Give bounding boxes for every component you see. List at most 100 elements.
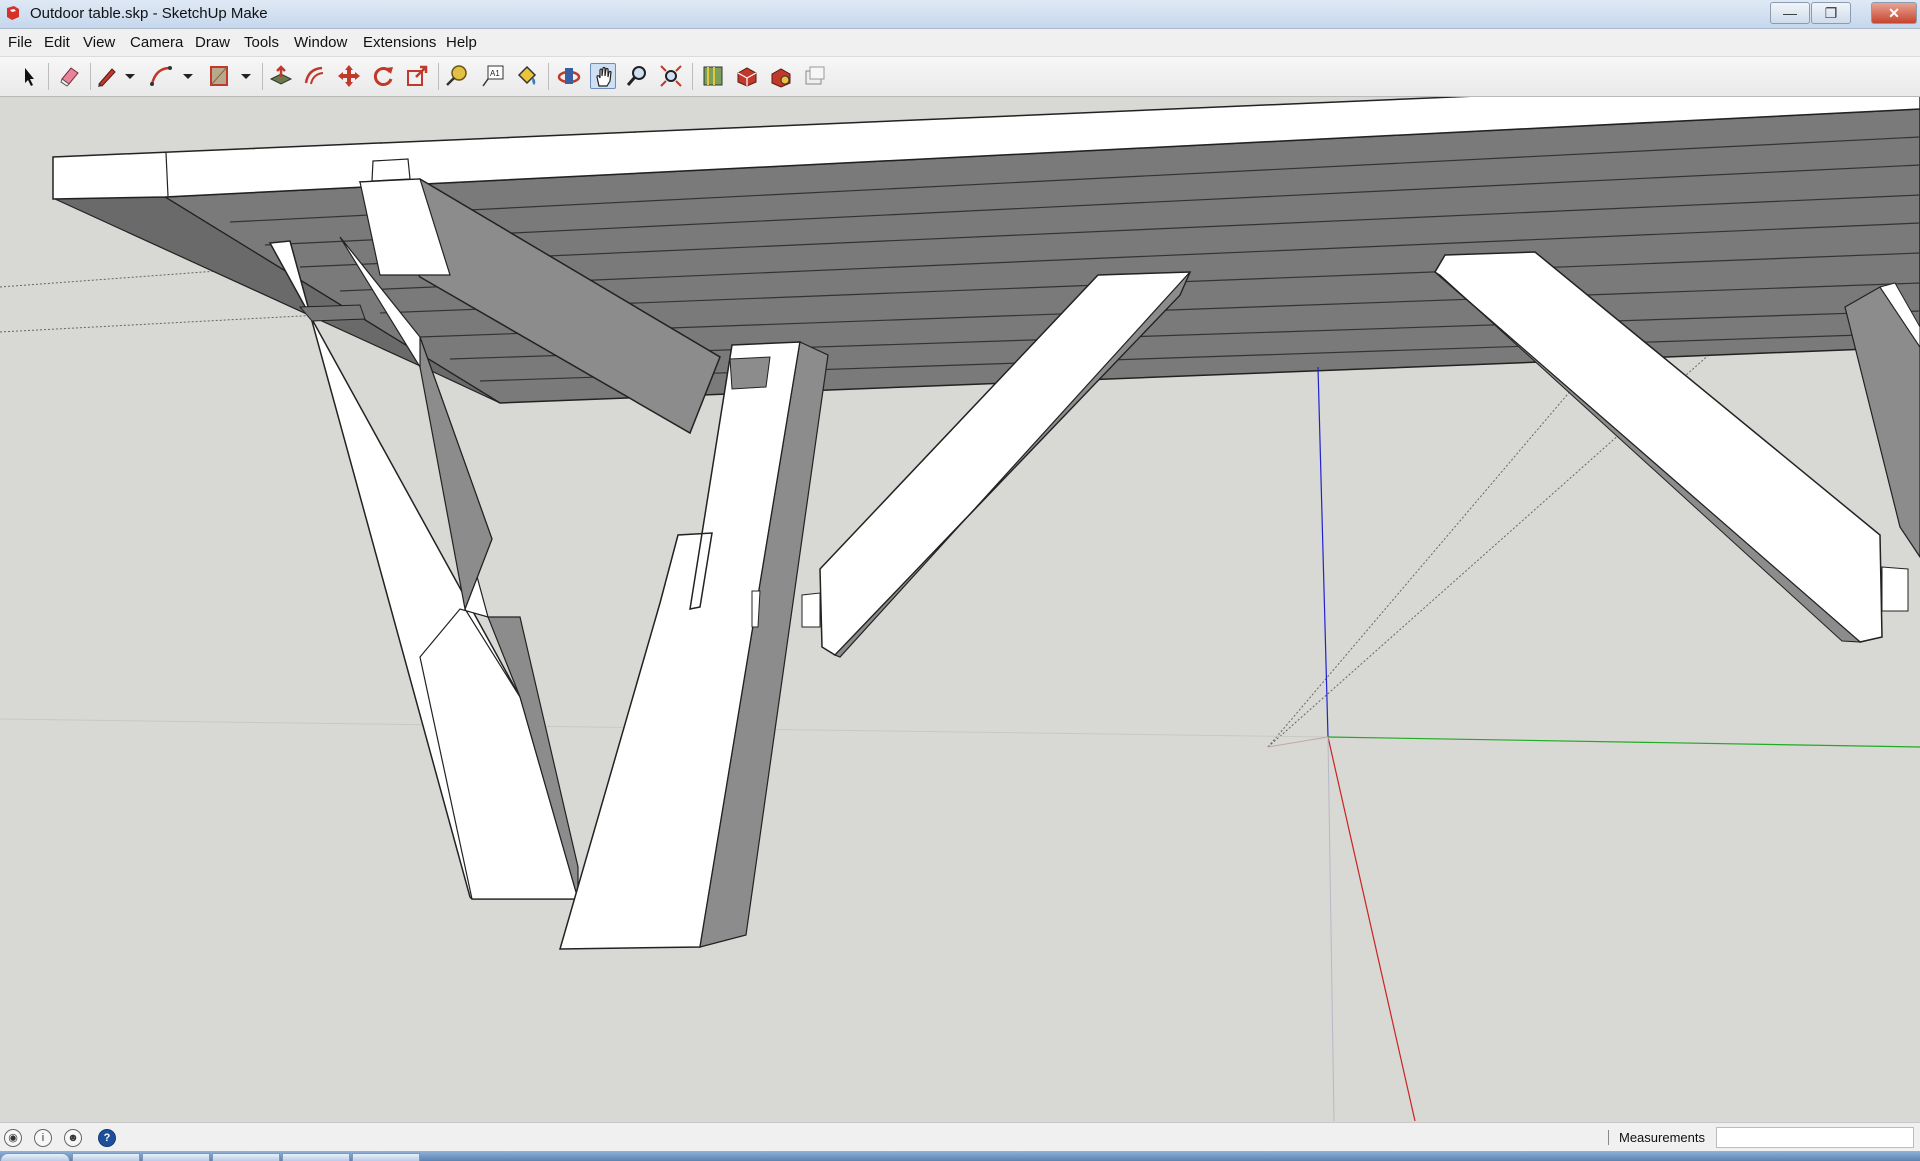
move-icon [338,65,360,87]
arc-tool-button[interactable] [148,63,174,89]
line-tool-dropdown[interactable] [122,63,138,89]
modeling-viewport[interactable] [0,97,1920,1121]
credits-icon[interactable]: i [34,1129,52,1147]
text-tool-button[interactable]: A1 [480,63,506,89]
layout-icon [805,66,825,85]
move-tool-button[interactable] [336,63,362,89]
chevron-down-icon [183,74,193,79]
menu-help[interactable]: Help [446,34,477,51]
zoom-extents-icon [660,65,682,87]
select-tool-button[interactable] [16,63,42,89]
arc-tool-dropdown[interactable] [180,63,196,89]
taskbar-item[interactable] [72,1153,140,1161]
offset-icon [304,66,324,85]
brace-tenon [801,592,821,628]
toolbar-separator [90,63,91,90]
add-location-tool-button[interactable] [700,63,726,89]
taskbar-item[interactable] [282,1153,350,1161]
getting-started-toolbar: A1 [0,57,1920,97]
zoom-extents-tool-button[interactable] [658,63,684,89]
close-icon: ✕ [1888,4,1900,21]
toolbar-separator [48,63,49,90]
menu-window[interactable]: Window [294,34,347,51]
title-bar: Outdoor table.skp - SketchUp Make — ❐ ✕ [0,0,1920,29]
leg-notch [729,356,771,390]
scale-tool-button[interactable] [404,63,430,89]
3d-warehouse-tool-button[interactable] [734,63,760,89]
eraser-tool-button[interactable] [57,63,83,89]
tape-measure-tool-button[interactable] [444,63,470,89]
toolbar-separator [262,63,263,90]
leg-notch [298,304,366,322]
restore-icon: ❐ [1824,4,1838,21]
geo-location-icon[interactable]: ◉ [4,1129,22,1147]
peg [751,590,761,628]
rectangle-tool-button[interactable] [206,63,232,89]
add-location-icon [703,66,723,86]
start-button[interactable] [0,1153,70,1161]
axis-blue-negative [1327,736,1335,1121]
push-pull-icon [269,65,293,85]
chevron-down-icon [241,74,251,79]
menu-tools[interactable]: Tools [244,34,279,51]
arc-icon [150,66,172,86]
line-tool-button[interactable] [94,63,120,89]
window-title: Outdoor table.skp - SketchUp Make [30,5,268,22]
axis-green [1327,736,1920,748]
paint-bucket-icon [517,65,537,85]
eraser-icon [60,67,79,87]
line-pencil-icon [98,68,116,87]
paint-bucket-tool-button[interactable] [514,63,540,89]
axis-red [1327,736,1416,1121]
os-taskbar [0,1151,1920,1161]
rotate-tool-button[interactable] [370,63,396,89]
orbit-tool-button[interactable] [556,63,582,89]
shape-tool-dropdown[interactable] [238,63,254,89]
menu-extensions[interactable]: Extensions [363,34,436,51]
measurements-separator [1608,1130,1609,1145]
menu-edit[interactable]: Edit [44,34,70,51]
menu-draw[interactable]: Draw [195,34,230,51]
toolbar-separator [548,63,549,90]
scale-icon [407,65,428,86]
menu-camera[interactable]: Camera [130,34,183,51]
restore-button[interactable]: ❐ [1811,2,1851,24]
menu-file[interactable]: File [8,34,32,51]
pan-icon [596,66,612,87]
text-icon: A1 [482,65,504,87]
offset-tool-button[interactable] [302,63,328,89]
extension-warehouse-icon [771,68,791,88]
cross-rail-tenon [371,158,411,182]
toolbar-separator [438,63,439,90]
user-icon[interactable]: ☻ [64,1129,82,1147]
orbit-icon [557,68,581,84]
help-icon[interactable]: ? [98,1129,116,1147]
minimize-button[interactable]: — [1770,2,1810,24]
measurements-label: Measurements [1619,1130,1705,1145]
tape-measure-icon [446,65,467,86]
measurements-input[interactable] [1716,1127,1914,1148]
status-bar: ◉ i ☻ ? Measurements [0,1122,1920,1152]
3d-warehouse-icon [737,67,757,87]
taskbar-item[interactable] [212,1153,280,1161]
send-to-layout-tool-button[interactable] [802,63,828,89]
brace-tenon [1881,566,1909,612]
extension-warehouse-tool-button[interactable] [768,63,794,89]
push-pull-tool-button[interactable] [268,63,294,89]
pan-tool-button[interactable] [590,63,616,89]
rectangle-icon [210,66,228,86]
taskbar-item-sketchup[interactable] [352,1153,420,1161]
model-canvas[interactable] [0,97,1920,1121]
select-icon [25,68,34,86]
minimize-icon: — [1783,5,1797,21]
rotate-icon [373,67,393,86]
close-button[interactable]: ✕ [1871,2,1917,24]
svg-text:A1: A1 [490,69,500,78]
zoom-tool-button[interactable] [624,63,650,89]
chevron-down-icon [125,74,135,79]
menu-view[interactable]: View [83,34,115,51]
taskbar-item[interactable] [142,1153,210,1161]
menu-bar: File Edit View Camera Draw Tools Window … [0,29,1920,57]
sketchup-logo-icon [7,6,19,20]
zoom-icon [626,66,646,86]
